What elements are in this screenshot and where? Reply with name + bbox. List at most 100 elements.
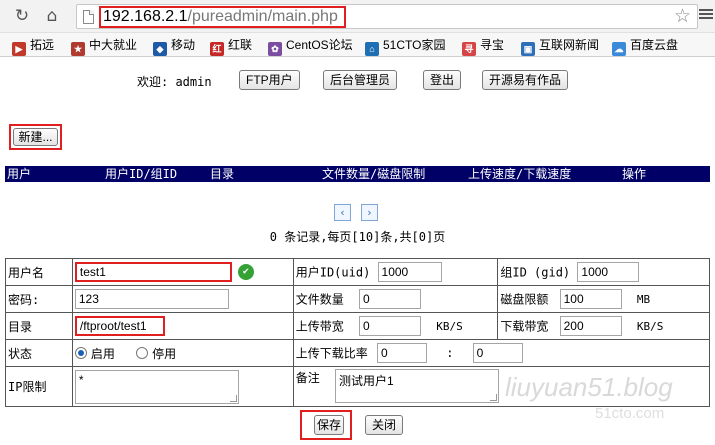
gid-field[interactable]: 1000 <box>577 262 640 282</box>
top-nav: 欢迎: admin FTP用户 后台管理员 登出 开源易有作品 <box>0 70 715 90</box>
password-field[interactable]: 123 <box>74 289 229 309</box>
status-label: 状态 <box>5 339 73 367</box>
bookmark-star-icon[interactable]: ☆ <box>674 6 691 27</box>
bookmark-icon: ▣ <box>521 42 535 56</box>
dir-field[interactable]: /ftproot/test1 <box>74 316 165 336</box>
close-button[interactable]: 关闭 <box>365 415 403 435</box>
dir-label: 目录 <box>5 312 73 340</box>
password-cell: 123 <box>71 285 294 313</box>
download-field[interactable]: 200 <box>559 316 622 336</box>
logout-button[interactable]: 登出 <box>423 70 462 90</box>
files-field[interactable]: 0 <box>358 289 421 309</box>
new-button-highlight: 新建... <box>9 124 62 150</box>
bookmark-label: 中大就业 <box>89 38 138 52</box>
status-disabled-label: 停用 <box>152 346 177 361</box>
quota-field[interactable]: 100 <box>559 289 622 309</box>
download-cell: 下载带宽 200 KB/S <box>497 312 710 340</box>
download-label: 下载带宽 <box>500 319 549 334</box>
bookmark-label: 百度云盘 <box>630 38 679 52</box>
ip-label: IP限制 <box>5 366 73 407</box>
status-disabled-radio[interactable] <box>136 347 149 359</box>
bookmark-item[interactable]: ☁ 百度云盘 <box>612 37 679 56</box>
col-uid-gid: 用户ID/组ID <box>105 167 178 181</box>
bookmark-label: 寻宝 <box>480 38 505 52</box>
bookmarks-bar: ▶ 拓远 ★ 中大就业 ◆ 移动 红红联 ✿ CentOS论坛 ⌂ 51CTO家园 寻寻宝… <box>0 33 715 57</box>
password-label: 密码: <box>5 285 73 313</box>
note-field[interactable]: 测试用户1 <box>334 369 499 403</box>
quota-cell: 磁盘限额 100 MB <box>497 285 710 313</box>
ratio-cell: 上传下载比率 0 : 0 <box>292 339 711 367</box>
bookmark-icon: ⌂ <box>365 42 379 56</box>
gid-label: 组ID (gid) <box>500 265 571 280</box>
upload-cell: 上传带宽 0 KB/S <box>292 312 499 340</box>
admins-button[interactable]: 后台管理员 <box>323 70 398 90</box>
bookmark-label: 拓远 <box>30 38 55 52</box>
ftp-users-button[interactable]: FTP用户 <box>239 70 300 90</box>
gid-cell: 组ID (gid) 1000 <box>497 258 710 286</box>
ip-cell: * <box>71 366 294 407</box>
bookmark-label: 红联 <box>228 38 253 52</box>
watermark-domain: 51cto.com <box>595 405 665 422</box>
user-list-header: 用户 用户ID/组ID 目录 文件数量/磁盘限制 上传速度/下载速度 操作 <box>5 166 710 182</box>
upload-field[interactable]: 0 <box>358 316 421 336</box>
bookmark-item[interactable]: 红红联 <box>210 37 253 56</box>
col-dir: 目录 <box>210 167 235 181</box>
reload-icon[interactable]: ↻ <box>12 6 32 26</box>
pager-info: 0 条记录,每页[10]条,共[0]页 <box>269 230 446 244</box>
note-label: 备注 <box>295 371 320 385</box>
quota-label: 磁盘限额 <box>500 292 549 307</box>
bookmark-item[interactable]: ✿ CentOS论坛 <box>268 37 353 56</box>
uid-label: 用户ID(uid) <box>295 265 371 280</box>
username-field[interactable]: test1 <box>74 262 232 282</box>
status-enabled-label: 启用 <box>90 346 115 361</box>
bookmark-icon: ★ <box>71 42 85 56</box>
download-unit: KB/S <box>636 319 664 333</box>
bookmark-label: 51CTO家园 <box>383 38 446 52</box>
username-cell: test1 ✔ <box>71 258 294 286</box>
status-cell: 启用 停用 <box>71 339 294 367</box>
bookmark-icon: 寻 <box>462 42 476 56</box>
bookmark-label: 移动 <box>171 38 196 52</box>
page-icon <box>83 10 94 24</box>
files-label: 文件数量 <box>295 292 344 307</box>
bookmark-item[interactable]: ★ 中大就业 <box>71 37 138 56</box>
address-bar[interactable]: 192.168.2.1/pureadmin/main.php ☆ <box>76 4 698 29</box>
col-files-quota: 文件数量/磁盘限制 <box>322 167 426 181</box>
ratio-up-field[interactable]: 0 <box>376 343 427 363</box>
ratio-down-field[interactable]: 0 <box>472 343 523 363</box>
new-user-button[interactable]: 新建... <box>13 128 58 146</box>
save-button-highlight: 保存 <box>300 410 352 440</box>
bookmark-item[interactable]: ⌂ 51CTO家园 <box>365 37 446 56</box>
uid-cell: 用户ID(uid) 1000 <box>292 258 499 286</box>
bookmark-icon: ✿ <box>268 42 282 56</box>
bookmark-item[interactable]: 寻寻宝 <box>462 37 505 56</box>
bookmark-item[interactable]: ▶ 拓远 <box>12 37 55 56</box>
watermark: liuyuan51.blog <box>505 372 673 402</box>
bookmark-icon: 红 <box>210 42 224 56</box>
dir-cell: /ftproot/test1 <box>71 312 294 340</box>
welcome-text: 欢迎: admin <box>137 75 212 89</box>
ratio-separator: : <box>446 346 454 360</box>
upload-label: 上传带宽 <box>295 319 344 334</box>
url-path: /pureadmin/main.php <box>187 8 338 25</box>
bookmark-item[interactable]: ▣ 互联网新闻 <box>521 37 600 56</box>
uid-field[interactable]: 1000 <box>377 262 442 282</box>
bookmark-item[interactable]: ◆ 移动 <box>153 37 196 56</box>
about-button[interactable]: 开源易有作品 <box>482 70 569 90</box>
quota-unit: MB <box>636 292 651 306</box>
status-enabled-radio[interactable] <box>74 347 87 359</box>
bookmark-label: CentOS论坛 <box>286 38 353 52</box>
ip-field[interactable]: * <box>74 369 239 404</box>
menu-icon[interactable] <box>699 7 713 23</box>
save-button[interactable]: 保存 <box>314 415 344 435</box>
col-actions: 操作 <box>622 167 647 181</box>
next-page-button[interactable]: › <box>361 204 378 221</box>
bookmark-icon: ◆ <box>153 42 167 56</box>
url-highlight[interactable]: 192.168.2.1/pureadmin/main.php <box>99 6 346 28</box>
prev-page-button[interactable]: ‹ <box>334 204 351 221</box>
home-icon[interactable]: ⌂ <box>42 6 62 26</box>
bookmark-label: 互联网新闻 <box>539 38 600 52</box>
upload-unit: KB/S <box>436 319 463 333</box>
bookmark-icon: ☁ <box>612 42 626 56</box>
files-cell: 文件数量 0 <box>292 285 499 313</box>
